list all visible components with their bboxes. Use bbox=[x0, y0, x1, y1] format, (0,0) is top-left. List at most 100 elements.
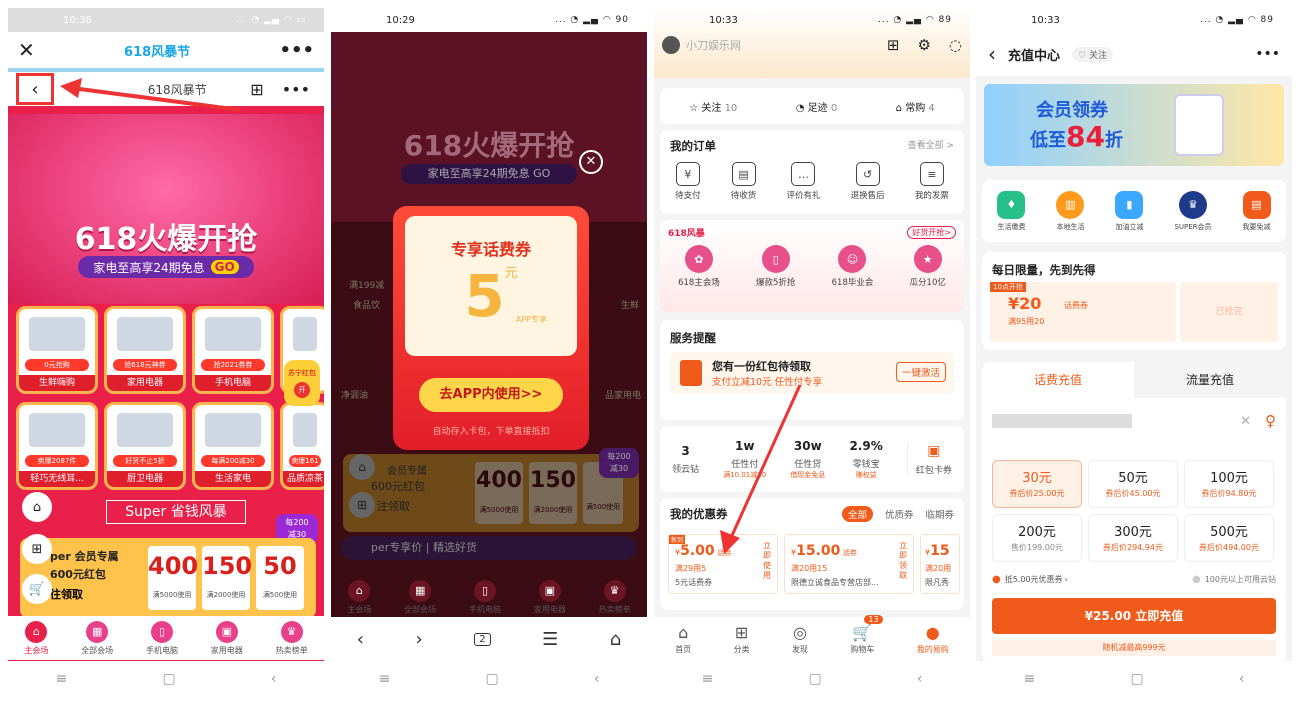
tile-tea[interactable]: 卖爆161 品质凉茶 bbox=[280, 402, 324, 490]
order-review[interactable]: … 评价有礼 bbox=[786, 162, 820, 201]
banner[interactable]: 618火爆开抢 家电至高享24期免息 GO bbox=[8, 114, 324, 304]
square-icon[interactable]: ▢ bbox=[485, 671, 498, 687]
coupon-tab-quality[interactable]: 优质券 bbox=[885, 507, 914, 521]
track-stat[interactable]: ◔ 足迹 0 bbox=[796, 99, 837, 114]
tab-appliance[interactable]: ▣ 家用电器 bbox=[534, 579, 566, 615]
phone-number-input[interactable]: ✕ ♀ bbox=[992, 406, 1276, 436]
more-icon[interactable]: ••• bbox=[279, 40, 314, 61]
service-super[interactable]: ♛ SUPER会员 bbox=[1174, 190, 1212, 232]
tile-kitchen[interactable]: 好货不止5折 厨卫电器 bbox=[104, 402, 186, 490]
coupon-item-3[interactable]: ¥15 满20用 限凡秀 bbox=[920, 534, 960, 594]
tab-discover[interactable]: ◎ 发现 bbox=[792, 623, 808, 655]
coupon-item-1[interactable]: 新到 ¥5.00 話券 满29用5 5元话费券 立即使用 bbox=[668, 534, 778, 594]
tab-hot[interactable]: ♛ 热卖榜单 bbox=[599, 579, 631, 615]
limited-coupon[interactable]: 10点开抢 ¥20 话费券 满95用20 bbox=[990, 282, 1176, 342]
tab-phone[interactable]: ▯ 手机电脑 bbox=[469, 579, 501, 615]
tab-mine[interactable]: ● 我的易购 bbox=[917, 623, 949, 655]
avatar[interactable] bbox=[662, 36, 680, 54]
buy-stat[interactable]: ⌂ 常购 4 bbox=[896, 99, 935, 114]
service-fuel[interactable]: ▮ 加油立减 bbox=[1115, 190, 1144, 232]
floating-grid-button[interactable]: ⊞ bbox=[22, 534, 52, 564]
pack-300[interactable]: 300元 券后价294.94元 bbox=[1088, 514, 1178, 562]
pack-50[interactable]: 50元 券后价45.00元 bbox=[1088, 460, 1178, 508]
menu-icon[interactable]: ≡ bbox=[702, 671, 714, 687]
promo-grad[interactable]: ☺ 618毕业会 bbox=[832, 245, 873, 288]
coupon-400[interactable]: 400 满5000使用 bbox=[148, 546, 198, 610]
tab-phone[interactable]: ▯ 手机电脑 bbox=[146, 620, 178, 656]
close-icon[interactable]: ✕ bbox=[18, 38, 35, 62]
floating-home-button[interactable]: ⌂ bbox=[22, 492, 52, 522]
side-redpacket[interactable]: 苏宁红包开 bbox=[284, 360, 320, 406]
tile-earphone[interactable]: 卖爆2087件 轻巧无线耳... bbox=[16, 402, 98, 490]
coupon-50[interactable]: 50 满500使用 bbox=[256, 546, 304, 610]
stat-cash[interactable]: 2.9% 零钱宝 赚权益 bbox=[849, 439, 882, 480]
order-pending-receive[interactable]: ▤ 待收货 bbox=[731, 162, 756, 201]
back-icon[interactable]: ‹ bbox=[1239, 671, 1245, 687]
back-icon[interactable]: ‹ bbox=[271, 671, 277, 687]
browser-forward-icon[interactable]: › bbox=[415, 629, 422, 650]
tabs-count[interactable]: 2 bbox=[474, 632, 491, 646]
service-free[interactable]: ▤ 我要免减 bbox=[1242, 190, 1271, 232]
tile-life[interactable]: 每满200减30 生活家电 bbox=[192, 402, 274, 490]
browser-menu-icon[interactable]: ☰ bbox=[542, 629, 558, 650]
member-banner[interactable]: 会员领券 低至84折 bbox=[984, 84, 1284, 166]
promo-badge[interactable]: 好货开抢> bbox=[907, 226, 956, 239]
service-life[interactable]: ♦ 生活缴费 bbox=[997, 190, 1026, 232]
pay-button[interactable]: ¥25.00 立即充值 bbox=[992, 598, 1276, 634]
browser-back-icon[interactable]: ‹ bbox=[357, 629, 364, 650]
tab-cart[interactable]: 🛒 购物车 13 bbox=[850, 615, 883, 655]
coupon-select[interactable]: 抵5.00元优惠券 bbox=[1005, 574, 1063, 585]
promo-half[interactable]: ▯ 爆款5折抢 bbox=[756, 245, 795, 288]
square-icon[interactable]: ▢ bbox=[1130, 671, 1143, 687]
service-local[interactable]: ▥ 本地生活 bbox=[1056, 190, 1085, 232]
coupon-tab-expiring[interactable]: 临期券 bbox=[925, 507, 954, 521]
dim-home-icon[interactable]: ⌂ bbox=[349, 454, 375, 480]
tab-appliance[interactable]: ▣ 家用电器 bbox=[211, 620, 243, 656]
tab-main[interactable]: ⌂ 主会场 bbox=[24, 620, 48, 656]
gear-icon[interactable]: ⚙ bbox=[917, 36, 930, 54]
tab-main[interactable]: ⌂ 主会场 bbox=[347, 579, 371, 615]
back-button[interactable]: ‹ bbox=[16, 73, 54, 105]
order-pending-pay[interactable]: ¥ 待支付 bbox=[675, 162, 701, 201]
menu-icon[interactable]: ≡ bbox=[379, 671, 391, 687]
tab-data-recharge[interactable]: 流量充值 bbox=[1134, 362, 1286, 398]
stat-loan[interactable]: 30w 任性贷 借现金免息 bbox=[790, 439, 825, 480]
order-invoice[interactable]: ≡ 我的发票 bbox=[915, 162, 949, 201]
tab-home[interactable]: ⌂ 首页 bbox=[675, 623, 691, 655]
tile-phone[interactable]: 抢2021券券 手机电脑 bbox=[192, 306, 274, 394]
message-icon[interactable]: ◌ bbox=[949, 36, 962, 54]
back-button[interactable]: ‹ bbox=[988, 42, 996, 66]
browser-home-icon[interactable]: ⌂ bbox=[610, 629, 621, 650]
promo-split[interactable]: ★ 瓜分10亿 bbox=[910, 245, 946, 288]
tab-all[interactable]: ▦ 全部会场 bbox=[404, 579, 436, 615]
contact-icon[interactable]: ♀ bbox=[1265, 412, 1276, 430]
promo-main[interactable]: ✿ 618主会场 bbox=[678, 245, 720, 288]
follow-stat[interactable]: ☆ 关注 10 bbox=[689, 99, 737, 114]
tab-phone-recharge[interactable]: 话费充值 bbox=[982, 362, 1134, 398]
clear-icon[interactable]: ✕ bbox=[1240, 414, 1251, 429]
tile-fresh[interactable]: 0元抢购 生鲜嗨购 bbox=[16, 306, 98, 394]
tab-all[interactable]: ▦ 全部会场 bbox=[81, 620, 113, 656]
activate-button[interactable]: 一键激活 bbox=[895, 362, 946, 382]
back-icon[interactable]: ‹ bbox=[594, 671, 600, 687]
scan-icon[interactable]: ⊞ bbox=[887, 36, 900, 54]
coupon-400[interactable]: 400 满5000使用 bbox=[475, 462, 523, 524]
more-icon[interactable]: ••• bbox=[282, 80, 310, 99]
back-icon[interactable]: ‹ bbox=[917, 671, 923, 687]
square-icon[interactable]: ▢ bbox=[162, 671, 175, 687]
tile-appliance[interactable]: 抢618元神券 家用电器 bbox=[104, 306, 186, 394]
coupon-150[interactable]: 150 满2000使用 bbox=[529, 462, 577, 524]
tab-category[interactable]: ⊞ 分类 bbox=[734, 623, 750, 655]
pack-100[interactable]: 100元 券后价94.80元 bbox=[1184, 460, 1274, 508]
stat-renxingfu[interactable]: 1w 任性付 满10.01减10 bbox=[723, 439, 766, 480]
pack-30[interactable]: 30元 券后价25.00元 bbox=[992, 460, 1082, 508]
more-icon[interactable]: ••• bbox=[1255, 46, 1280, 62]
menu-icon[interactable]: ≡ bbox=[56, 671, 68, 687]
radio-icon[interactable]: ● bbox=[1192, 574, 1201, 585]
stat-card[interactable]: ▣ 红包卡券 bbox=[906, 442, 952, 476]
coupon-tab-all[interactable]: 全部 bbox=[841, 506, 873, 522]
dim-grid-icon[interactable]: ⊞ bbox=[349, 492, 375, 518]
grid-icon[interactable]: ⊞ bbox=[250, 80, 263, 99]
follow-button[interactable]: ♡ 关注 bbox=[1072, 46, 1113, 62]
tab-hot[interactable]: ♛ 热卖榜单 bbox=[276, 620, 308, 656]
